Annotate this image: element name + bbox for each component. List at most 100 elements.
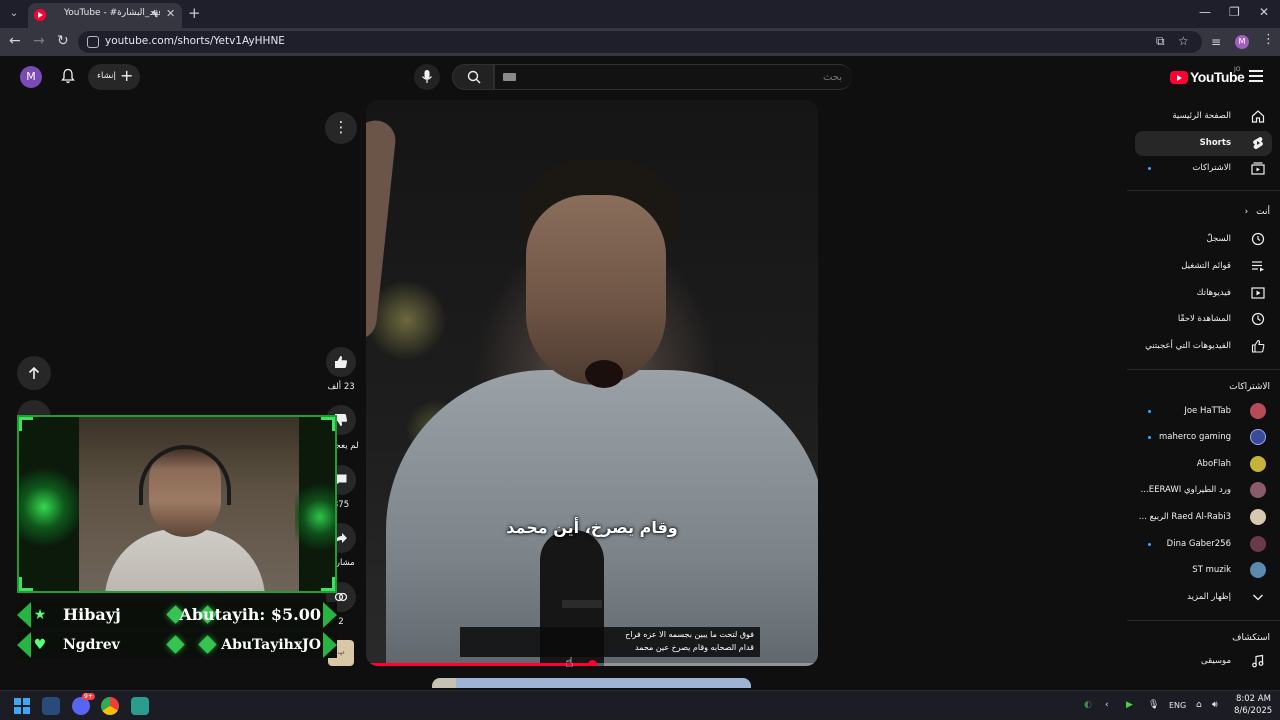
file-explorer-icon[interactable] bbox=[42, 697, 60, 715]
sidebar-item-channel[interactable]: Raed Al-Rabi3 الربيع ... bbox=[1135, 505, 1272, 530]
sidebar-item-playlists[interactable]: قوائم التشغيل bbox=[1135, 254, 1272, 279]
sidebar-item-label: قوائم التشغيل bbox=[1181, 261, 1231, 271]
sidebar-item-label: موسيقى bbox=[1200, 656, 1231, 666]
search-input[interactable] bbox=[495, 65, 852, 89]
sidebar-item-show-more[interactable]: إظهار المزيد bbox=[1135, 585, 1272, 610]
streamer-handle: AbuTayihxJO bbox=[221, 637, 321, 653]
progress-bar[interactable] bbox=[366, 660, 818, 666]
shorts-video-player[interactable]: وقام يصرخ، أين محمد فوق لتحت ما يبين بجس… bbox=[366, 100, 818, 666]
sidebar-item-liked-videos[interactable]: الفيديوهات التي أعجبتني bbox=[1135, 334, 1272, 359]
sidebar-item-watch-later[interactable]: المشاهدة لاحقًا bbox=[1135, 307, 1272, 332]
channel-avatar bbox=[1250, 403, 1266, 419]
tray-chevron-icon[interactable]: ‹ bbox=[1105, 700, 1109, 710]
progress-scrubber[interactable] bbox=[588, 660, 597, 666]
more-options-button[interactable]: ⋮ bbox=[325, 112, 357, 144]
tray-microphone-icon[interactable]: 🎙︎ bbox=[1148, 700, 1159, 710]
music-icon bbox=[1252, 654, 1264, 668]
volume-icon[interactable]: 🔊︎ bbox=[1212, 700, 1218, 710]
channel-name: maherco gaming bbox=[1158, 432, 1231, 442]
sidebar-item-label: إظهار المزيد bbox=[1187, 592, 1231, 602]
channel-avatar bbox=[1250, 562, 1266, 578]
browser-profile-avatar[interactable]: M bbox=[1235, 35, 1249, 49]
sidebar-item-subscriptions[interactable]: الاشتراكات bbox=[1135, 156, 1272, 181]
donation-alert-row: ♥ Ngdrev AbuTayihxJO bbox=[17, 632, 337, 658]
channel-avatar bbox=[1250, 429, 1266, 445]
playlists-icon bbox=[1252, 261, 1264, 272]
sidebar-item-music[interactable]: موسيقى bbox=[1135, 649, 1272, 674]
frame-corner bbox=[19, 577, 33, 591]
chevron-left-icon: ‹ bbox=[1244, 207, 1249, 217]
sidebar-section-subscriptions[interactable]: الاشتراكات bbox=[1229, 382, 1270, 392]
caption-line: فوق لتحت ما يبين بجسمه الا عزه فراح bbox=[625, 630, 754, 639]
sidebar-item-label: المشاهدة لاحقًا bbox=[1177, 314, 1231, 324]
sidebar-item-home[interactable]: الصفحة الرئيسية bbox=[1135, 104, 1272, 129]
like-count: 23 ألف bbox=[327, 382, 355, 392]
tray-play-icon[interactable]: ▶ bbox=[1126, 700, 1133, 710]
search-button[interactable] bbox=[452, 64, 494, 90]
previous-short-button[interactable] bbox=[17, 356, 51, 390]
tab-title: YouTube - #فهد_البشارة bbox=[64, 8, 160, 18]
speaker-icon[interactable]: 🔊︎ bbox=[152, 8, 158, 18]
forward-icon[interactable]: → bbox=[33, 33, 45, 49]
address-bar[interactable]: youtube.com/shorts/Yetv1AyHHNE ⧉ ☆ bbox=[78, 31, 1202, 53]
like-button[interactable] bbox=[326, 347, 356, 377]
channel-name: Joe HaTTab bbox=[1184, 406, 1231, 416]
frame-corner bbox=[321, 417, 335, 431]
restore-icon[interactable]: ❐ bbox=[1229, 5, 1240, 19]
burned-in-subtitle: وقام يصرخ، أين محمد bbox=[506, 518, 678, 537]
notifications-bell-icon[interactable] bbox=[61, 68, 75, 84]
sidebar-item-your-videos[interactable]: فيديوهاتك bbox=[1135, 281, 1272, 306]
bookmark-star-icon[interactable]: ☆ bbox=[1178, 34, 1189, 48]
sidebar-item-label: الصفحة الرئيسية bbox=[1172, 111, 1231, 121]
hamburger-menu-icon[interactable] bbox=[1249, 70, 1263, 85]
clock-time[interactable]: 8:02 AM bbox=[1236, 694, 1271, 704]
home-icon bbox=[1251, 110, 1265, 123]
next-short-preview[interactable] bbox=[432, 678, 751, 688]
shorts-icon bbox=[1253, 136, 1263, 150]
clock-date[interactable]: 8/6/2025 bbox=[1234, 706, 1272, 716]
sidebar-item-channel[interactable]: ورد الطيراوي EERAWI... bbox=[1135, 478, 1272, 503]
discord-icon[interactable]: 9+ bbox=[72, 693, 95, 715]
tray-app-icon[interactable]: ◐ bbox=[1084, 700, 1092, 710]
install-app-icon[interactable]: ⧉ bbox=[1156, 34, 1165, 49]
sidebar-item-channel[interactable]: Joe HaTTab bbox=[1135, 399, 1272, 424]
streamer-webcam-overlay bbox=[17, 415, 337, 593]
voice-search-button[interactable] bbox=[414, 64, 440, 90]
language-indicator[interactable]: ENG bbox=[1169, 701, 1186, 710]
channel-avatar bbox=[1250, 482, 1266, 498]
sidebar-section-you[interactable]: أنت ‹ bbox=[1245, 207, 1270, 217]
search-icon bbox=[467, 70, 481, 84]
heart-icon: ♥ bbox=[33, 637, 47, 653]
window-close-icon[interactable]: ✕ bbox=[1259, 5, 1269, 19]
keyboard-icon[interactable] bbox=[503, 73, 516, 81]
app-icon[interactable] bbox=[131, 697, 149, 715]
chrome-icon[interactable] bbox=[101, 697, 119, 715]
sidebar-item-channel[interactable]: maherco gaming bbox=[1135, 425, 1272, 450]
sidebar-item-channel[interactable]: Dina Gaber256 bbox=[1135, 532, 1272, 557]
reload-icon[interactable]: ↻ bbox=[57, 33, 69, 49]
sidebar-item-channel[interactable]: AboFlah bbox=[1135, 452, 1272, 477]
sidebar-item-channel[interactable]: ST muzik bbox=[1135, 558, 1272, 583]
account-avatar[interactable]: M bbox=[20, 66, 42, 88]
search-box[interactable] bbox=[494, 64, 852, 90]
windows-start-icon[interactable] bbox=[14, 698, 30, 714]
sidebar-item-shorts[interactable]: Shorts bbox=[1135, 131, 1272, 156]
tab-search-icon[interactable]: ⌄ bbox=[6, 6, 22, 22]
network-icon[interactable]: ⌂ bbox=[1196, 700, 1202, 710]
site-info-icon[interactable] bbox=[87, 36, 99, 48]
windows-taskbar: 9+ ◐ ‹ ▶ 🎙︎ ENG ⌂ 🔊︎ 8:02 AM 8/6/2025 bbox=[0, 690, 1280, 720]
caption-line: قدام الصحابه وقام يصرخ عين محمد bbox=[635, 643, 754, 652]
back-icon[interactable]: ← bbox=[9, 33, 21, 49]
browser-tab-strip: ⌄ YouTube - #فهد_البشارة 🔊︎ ✕ + — ❐ ✕ bbox=[0, 0, 1280, 28]
close-tab-icon[interactable]: ✕ bbox=[166, 7, 175, 20]
minimize-icon[interactable]: — bbox=[1199, 5, 1211, 19]
browser-tab[interactable]: YouTube - #فهد_البشارة 🔊︎ ✕ bbox=[28, 3, 182, 28]
channel-avatar bbox=[1250, 456, 1266, 472]
video-person-face bbox=[526, 195, 666, 385]
youtube-logo[interactable]: YouTube JO bbox=[1170, 66, 1245, 87]
create-button[interactable]: إنشاء + bbox=[88, 64, 140, 90]
sidebar-item-history[interactable]: السجلّ bbox=[1135, 227, 1272, 252]
browser-menu-icon[interactable]: ⋮ bbox=[1262, 32, 1275, 47]
new-tab-button[interactable]: + bbox=[188, 4, 201, 22]
media-controls-icon[interactable]: ≡ bbox=[1211, 35, 1221, 49]
